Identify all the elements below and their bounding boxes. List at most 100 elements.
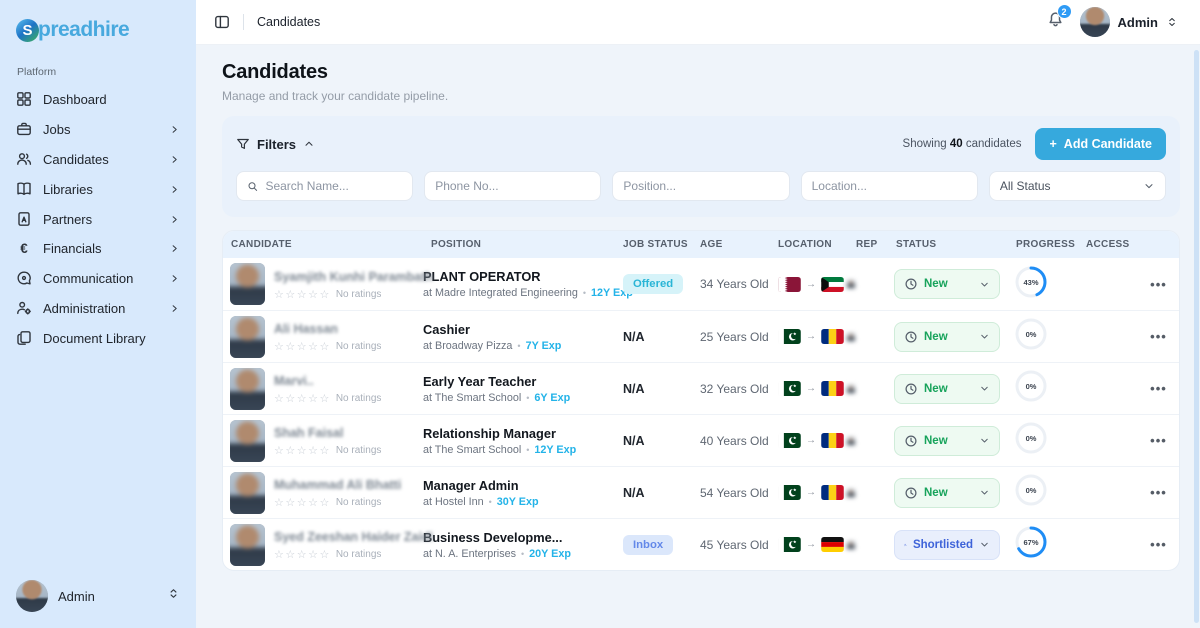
row-actions-button[interactable]: ••• bbox=[1138, 485, 1179, 500]
sidebar-item-dashboard[interactable]: Dashboard bbox=[0, 84, 196, 114]
position-cell: Manager Admin at Hostel Inn • 30Y Exp bbox=[423, 478, 615, 508]
phone-field bbox=[424, 171, 601, 201]
position-input[interactable] bbox=[623, 179, 778, 193]
sidebar-item-financials[interactable]: € Financials bbox=[0, 234, 196, 263]
row-actions-button[interactable]: ••• bbox=[1138, 329, 1179, 344]
status-dropdown[interactable]: New bbox=[894, 269, 1000, 299]
job-status-badge: Offered bbox=[623, 274, 683, 294]
person-gear-icon bbox=[16, 300, 32, 316]
sidebar-section-label: Platform bbox=[0, 56, 196, 84]
sidebar-item-jobs[interactable]: Jobs bbox=[0, 114, 196, 144]
company-name: at Broadway Pizza bbox=[423, 340, 512, 352]
experience-label[interactable]: 12Y Exp bbox=[534, 444, 576, 456]
arrow-right-icon: → bbox=[806, 383, 816, 394]
flag-to bbox=[821, 537, 844, 552]
status-dropdown[interactable]: New bbox=[894, 478, 1000, 508]
candidate-cell[interactable]: Ali Hassan ☆☆☆☆☆ No ratings bbox=[223, 316, 423, 358]
status-cell: New bbox=[888, 426, 1008, 456]
company-name: at N. A. Enterprises bbox=[423, 548, 516, 560]
sidebar-user-menu[interactable]: Admin bbox=[0, 568, 196, 628]
experience-label[interactable]: 7Y Exp bbox=[526, 340, 562, 352]
sidebar-item-candidates[interactable]: Candidates bbox=[0, 144, 196, 174]
user-menu[interactable]: Admin bbox=[1080, 7, 1178, 37]
row-actions-button[interactable]: ••• bbox=[1138, 381, 1179, 396]
column-header: LOCATION bbox=[770, 239, 848, 250]
progress-ring: 67% bbox=[1014, 546, 1048, 563]
row-actions-button[interactable]: ••• bbox=[1138, 433, 1179, 448]
row-actions-button[interactable]: ••• bbox=[1138, 537, 1179, 552]
status-dropdown[interactable]: Shortlisted bbox=[894, 530, 1000, 560]
job-status-badge: Inbox bbox=[623, 535, 673, 555]
table-row: Muhammad Ali Bhatti ☆☆☆☆☆ No ratings Man… bbox=[223, 466, 1179, 518]
status-select[interactable]: All Status bbox=[989, 171, 1166, 201]
location-input[interactable] bbox=[812, 179, 967, 193]
search-icon bbox=[247, 180, 258, 193]
divider bbox=[243, 14, 244, 30]
sidebar-item-libraries[interactable]: Libraries bbox=[0, 174, 196, 204]
sidebar-toggle-button[interactable] bbox=[214, 14, 230, 30]
column-header: JOB STATUS bbox=[615, 239, 692, 250]
search-name-field bbox=[236, 171, 413, 201]
clock-icon bbox=[904, 486, 918, 500]
company-name: at Hostel Inn bbox=[423, 496, 484, 508]
age-cell: 45 Years Old bbox=[692, 538, 770, 552]
experience-label[interactable]: 20Y Exp bbox=[529, 548, 571, 560]
row-actions-button[interactable]: ••• bbox=[1138, 277, 1179, 292]
sidebar-item-communication[interactable]: Communication bbox=[0, 263, 196, 293]
flag-from bbox=[778, 277, 801, 292]
sidebar-item-document-library[interactable]: Document Library bbox=[0, 323, 196, 353]
chevron-down-icon bbox=[1143, 180, 1155, 192]
separator-dot: • bbox=[526, 445, 529, 455]
sidebar-item-label: Jobs bbox=[43, 122, 70, 137]
candidates-table: CANDIDATEPOSITIONJOB STATUSAGELOCATIONRE… bbox=[222, 230, 1180, 571]
progress-cell: 0% bbox=[1008, 473, 1078, 512]
job-status-badge: N/A bbox=[623, 382, 645, 396]
column-header: ACCESS bbox=[1078, 239, 1138, 250]
position-title: Early Year Teacher bbox=[423, 374, 609, 389]
candidate-name: Ali Hassan bbox=[274, 322, 338, 336]
chevron-down-icon bbox=[979, 487, 990, 498]
search-name-input[interactable] bbox=[265, 179, 402, 193]
sidebar-item-label: Document Library bbox=[43, 331, 146, 346]
candidate-cell[interactable]: Syamjith Kunhi Parambath ☆☆☆☆☆ No rating… bbox=[223, 263, 423, 305]
status-dropdown[interactable]: New bbox=[894, 374, 1000, 404]
age-cell: 32 Years Old bbox=[692, 382, 770, 396]
column-header: REP bbox=[848, 239, 888, 250]
candidate-name: Muhammad Ali Bhatti bbox=[274, 478, 401, 492]
experience-label[interactable]: 30Y Exp bbox=[497, 496, 539, 508]
job-status-badge: N/A bbox=[623, 486, 645, 500]
arrow-right-icon: → bbox=[806, 435, 816, 446]
company-name: at Madre Integrated Engineering bbox=[423, 287, 578, 299]
candidate-photo bbox=[230, 524, 265, 566]
candidate-photo bbox=[230, 420, 265, 462]
table-body: Syamjith Kunhi Parambath ☆☆☆☆☆ No rating… bbox=[223, 258, 1179, 570]
separator-dot: • bbox=[521, 549, 524, 559]
toggle-knob bbox=[1072, 495, 1086, 509]
svg-text:0%: 0% bbox=[1026, 382, 1037, 391]
experience-label[interactable]: 6Y Exp bbox=[534, 392, 570, 404]
scrollbar[interactable] bbox=[1194, 50, 1199, 623]
status-dropdown[interactable]: New bbox=[894, 426, 1000, 456]
candidate-cell[interactable]: Shah Faisal ☆☆☆☆☆ No ratings bbox=[223, 420, 423, 462]
flag-to bbox=[821, 485, 844, 500]
candidate-cell[interactable]: Syed Zeeshan Haider Zaidi ☆☆☆☆☆ No ratin… bbox=[223, 524, 423, 566]
column-header: STATUS bbox=[888, 239, 1008, 250]
status-label: New bbox=[924, 435, 948, 447]
phone-input[interactable] bbox=[435, 179, 590, 193]
sidebar-item-administration[interactable]: Administration bbox=[0, 293, 196, 323]
status-label: New bbox=[924, 383, 948, 395]
sidebar-item-partners[interactable]: Partners bbox=[0, 204, 196, 234]
sidebar-user-name: Admin bbox=[58, 589, 95, 604]
job-status-badge: N/A bbox=[623, 330, 645, 344]
add-candidate-button[interactable]: + Add Candidate bbox=[1035, 128, 1166, 160]
job-status-cell: N/A bbox=[615, 432, 692, 450]
location-cell: → bbox=[770, 537, 848, 552]
candidate-cell[interactable]: Marvi.. ☆☆☆☆☆ No ratings bbox=[223, 368, 423, 410]
notifications-button[interactable]: 2 bbox=[1043, 7, 1068, 37]
brand-logo[interactable]: S preadhire bbox=[0, 16, 196, 56]
job-status-cell: Offered bbox=[615, 274, 692, 294]
candidate-cell[interactable]: Muhammad Ali Bhatti ☆☆☆☆☆ No ratings bbox=[223, 472, 423, 514]
arrow-right-icon: → bbox=[806, 487, 816, 498]
filters-toggle[interactable]: Filters bbox=[236, 137, 315, 152]
status-dropdown[interactable]: New bbox=[894, 322, 1000, 352]
